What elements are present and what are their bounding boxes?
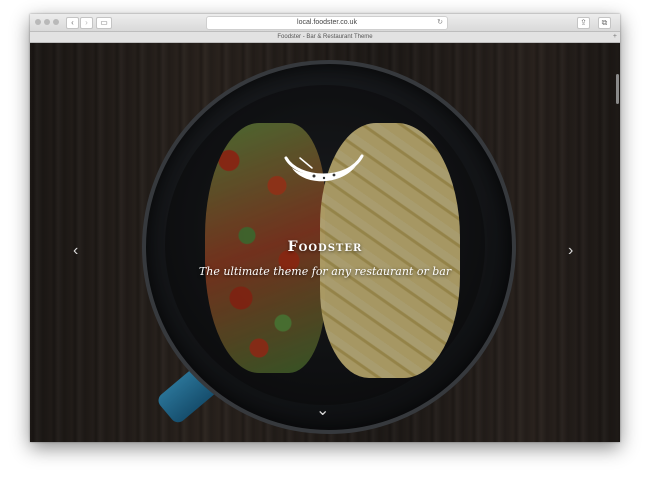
scroll-down-chevron-icon[interactable]: ⌄ (316, 400, 329, 420)
minimize-window-button[interactable] (44, 19, 50, 25)
sidebar-icon: ▭ (100, 18, 108, 27)
next-slide-arrow-icon[interactable]: › (568, 242, 573, 260)
forward-button[interactable]: › (80, 17, 93, 29)
browser-toolbar: ‹ › ▭ local.foodster.co.uk ↻ ⇪ ⧉ (30, 14, 620, 32)
site-title: Foodster (287, 239, 363, 255)
new-tab-icon[interactable]: + (613, 32, 617, 42)
show-tabs-button[interactable]: ⧉ (598, 17, 611, 29)
back-button[interactable]: ‹ (66, 17, 79, 29)
address-bar[interactable]: local.foodster.co.uk ↻ (206, 16, 448, 30)
share-button[interactable]: ⇪ (577, 17, 590, 29)
scrollbar[interactable] (616, 74, 619, 104)
zoom-window-button[interactable] (53, 19, 59, 25)
sidebar-toggle-button[interactable]: ▭ (96, 17, 112, 29)
hero-slider: Foodster The ultimate theme for any rest… (30, 43, 620, 442)
url-text: local.foodster.co.uk (297, 19, 357, 26)
back-icon: ‹ (71, 18, 74, 27)
tabs-icon: ⧉ (601, 18, 608, 27)
previous-slide-arrow-icon[interactable]: ‹ (73, 242, 78, 260)
forward-icon: › (85, 18, 88, 27)
foodster-logo-icon (284, 154, 364, 182)
browser-window: ‹ › ▭ local.foodster.co.uk ↻ ⇪ ⧉ Foodste… (30, 14, 620, 442)
reload-icon[interactable]: ↻ (437, 17, 443, 29)
close-window-button[interactable] (35, 19, 41, 25)
share-icon: ⇪ (580, 18, 587, 27)
tab-bar: Foodster - Bar & Restaurant Theme + (30, 32, 620, 43)
site-tagline: The ultimate theme for any restaurant or… (198, 265, 452, 278)
tab-title[interactable]: Foodster - Bar & Restaurant Theme (277, 34, 372, 40)
